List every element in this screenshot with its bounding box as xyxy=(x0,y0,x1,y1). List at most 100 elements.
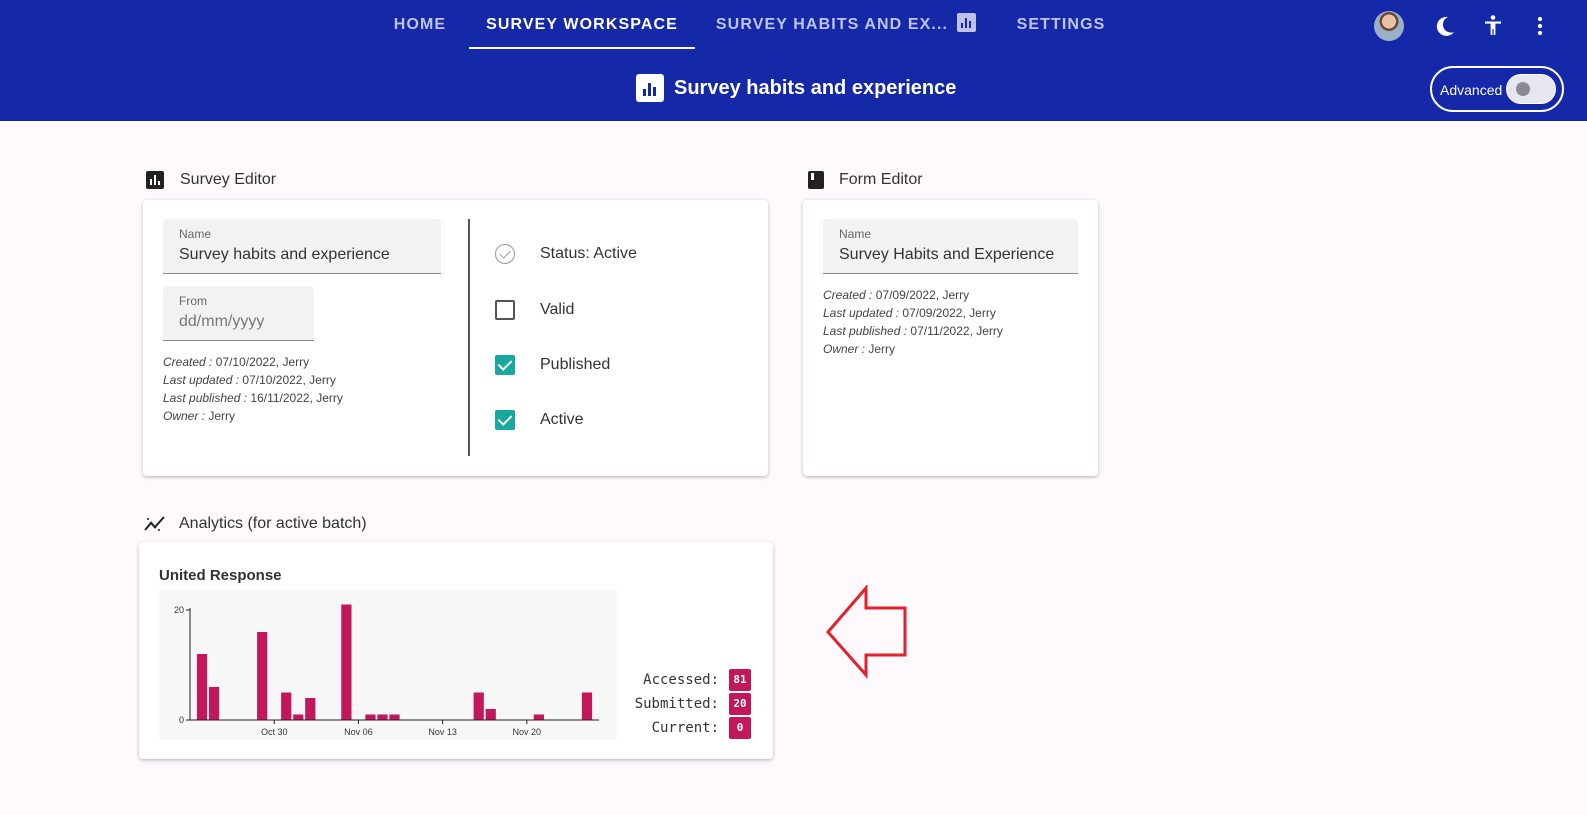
form-editor-card: Name Survey Habits and Experience Create… xyxy=(803,200,1098,476)
stat-current-badge: 0 xyxy=(729,717,751,739)
meta-key: Owner xyxy=(163,409,199,423)
chart-bar xyxy=(293,714,304,720)
tab-survey-workspace-label: SURVEY WORKSPACE xyxy=(486,16,678,33)
chart-bar xyxy=(533,714,544,720)
meta-last-published: Last published : 07/11/2022, Jerry xyxy=(823,324,1003,338)
y-tick-label: 20 xyxy=(174,605,184,615)
stat-submitted: Submitted: 20 xyxy=(635,693,751,715)
bar-chart-icon xyxy=(145,170,165,190)
survey-name-value: Survey habits and experience xyxy=(179,246,390,263)
chart-bar xyxy=(305,698,316,720)
bar-chart-icon xyxy=(957,13,977,32)
advanced-label: Advanced xyxy=(1440,82,1503,98)
chart-bar xyxy=(208,687,220,720)
valid-checkbox[interactable] xyxy=(495,300,515,320)
stat-submitted-badge: 20 xyxy=(729,693,751,715)
meta-created: Created : 07/10/2022, Jerry xyxy=(163,355,310,369)
tab-home[interactable]: HOME xyxy=(382,0,458,49)
book-icon xyxy=(806,170,826,190)
meta-key: Last updated xyxy=(163,373,233,387)
tab-survey-habits[interactable]: SURVEY HABITS AND EX... xyxy=(706,0,986,49)
from-date-field[interactable]: From dd/mm/yyyy xyxy=(163,286,314,341)
stat-current: Current: 0 xyxy=(652,717,751,739)
chart-bar xyxy=(281,692,292,720)
vertical-divider xyxy=(468,219,470,456)
chart-bar xyxy=(473,692,484,720)
switch-knob xyxy=(1516,82,1530,96)
meta-key: Created xyxy=(823,288,866,302)
meta-owner: Owner : Jerry xyxy=(163,409,236,423)
published-checkbox-row[interactable]: Published xyxy=(495,353,610,377)
status-active-indicator: Status: Active xyxy=(495,242,637,266)
published-checkbox[interactable] xyxy=(495,355,515,375)
analytics-title: Analytics (for active batch) xyxy=(179,515,367,532)
annotation-arrow-icon xyxy=(826,585,907,679)
form-name-field[interactable]: Name Survey Habits and Experience xyxy=(823,219,1078,274)
x-tick-label: Oct 30 xyxy=(261,727,288,737)
chart-bar xyxy=(485,709,496,720)
tab-settings[interactable]: SETTINGS xyxy=(1004,0,1118,49)
x-tick-label: Nov 13 xyxy=(428,727,457,737)
meta-key: Last updated xyxy=(823,306,893,320)
form-name-value: Survey Habits and Experience xyxy=(839,246,1055,263)
meta-value: 07/09/2022, Jerry xyxy=(875,288,970,302)
published-label: Published xyxy=(540,356,611,373)
chart-bar xyxy=(581,692,593,720)
form-editor-heading: Form Editor xyxy=(806,170,923,190)
meta-owner: Owner : Jerry xyxy=(823,342,896,356)
survey-editor-title: Survey Editor xyxy=(180,171,277,188)
dark-mode-icon[interactable] xyxy=(1430,11,1460,41)
page-title: Survey habits and experience xyxy=(636,74,956,102)
chart-bar xyxy=(365,714,376,720)
meta-value: 07/11/2022, Jerry xyxy=(910,324,1003,338)
active-label: Active xyxy=(540,411,584,428)
check-circle-icon xyxy=(495,244,515,264)
active-checkbox[interactable] xyxy=(495,410,515,430)
chart-area: 0 20 Oct 30 Nov 06 Nov 13 Nov 20 xyxy=(159,590,617,740)
bar-chart-icon xyxy=(636,74,664,102)
y-tick-label: 0 xyxy=(179,715,184,725)
survey-name-field[interactable]: Name Survey habits and experience xyxy=(163,219,441,274)
x-tick-label: Nov 06 xyxy=(344,727,373,737)
analytics-icon xyxy=(144,514,166,534)
tab-survey-habits-label: SURVEY HABITS AND EX... xyxy=(715,16,949,33)
chart-bar xyxy=(341,604,352,720)
tab-settings-label: SETTINGS xyxy=(1016,16,1106,33)
app-bar: HOME SURVEY WORKSPACE SURVEY HABITS AND … xyxy=(0,0,1587,121)
survey-editor-heading: Survey Editor xyxy=(145,170,276,190)
meta-value: 07/09/2022, Jerry xyxy=(902,306,996,320)
meta-key: Owner xyxy=(823,342,859,356)
survey-editor-card: Name Survey habits and experience From d… xyxy=(143,200,768,476)
tab-survey-workspace[interactable]: SURVEY WORKSPACE xyxy=(469,0,695,49)
meta-created: Created : 07/09/2022, Jerry xyxy=(823,288,970,302)
meta-value: 07/10/2022, Jerry xyxy=(242,373,336,387)
from-placeholder: dd/mm/yyyy xyxy=(179,313,265,330)
chart-bar xyxy=(257,632,268,720)
response-chart: 0 20 Oct 30 Nov 06 Nov 13 Nov 20 xyxy=(174,604,599,737)
meta-value: 07/10/2022, Jerry xyxy=(215,355,310,369)
advanced-toggle[interactable]: Advanced xyxy=(1430,66,1564,112)
active-checkbox-row[interactable]: Active xyxy=(495,408,584,432)
status-label: Status: Active xyxy=(540,245,637,262)
meta-last-published: Last published : 16/11/2022, Jerry xyxy=(163,391,343,405)
form-editor-title: Form Editor xyxy=(839,171,923,188)
chart-bar xyxy=(377,714,388,720)
meta-last-updated: Last updated : 07/09/2022, Jerry xyxy=(823,306,996,320)
x-tick-label: Nov 20 xyxy=(513,727,542,737)
stat-accessed-label: Accessed: xyxy=(643,672,719,688)
chart-bar xyxy=(196,654,208,720)
stat-current-label: Current: xyxy=(651,720,719,736)
more-vert-icon[interactable] xyxy=(1525,11,1555,41)
stat-accessed: Accessed: 81 xyxy=(643,669,751,691)
analytics-card: United Response 0 20 Oct 30 Nov 06 Nov 13 Nov… xyxy=(139,542,773,759)
chart-title: United Response xyxy=(159,567,282,584)
meta-last-updated: Last updated : 07/10/2022, Jerry xyxy=(163,373,336,387)
valid-label: Valid xyxy=(540,301,575,318)
avatar[interactable] xyxy=(1374,11,1404,41)
advanced-switch[interactable] xyxy=(1506,74,1556,104)
valid-checkbox-row[interactable]: Valid xyxy=(495,298,574,322)
tab-home-label: HOME xyxy=(393,16,447,33)
meta-key: Last published xyxy=(823,324,901,338)
from-label: From xyxy=(179,294,207,308)
accessibility-icon[interactable] xyxy=(1478,11,1508,41)
